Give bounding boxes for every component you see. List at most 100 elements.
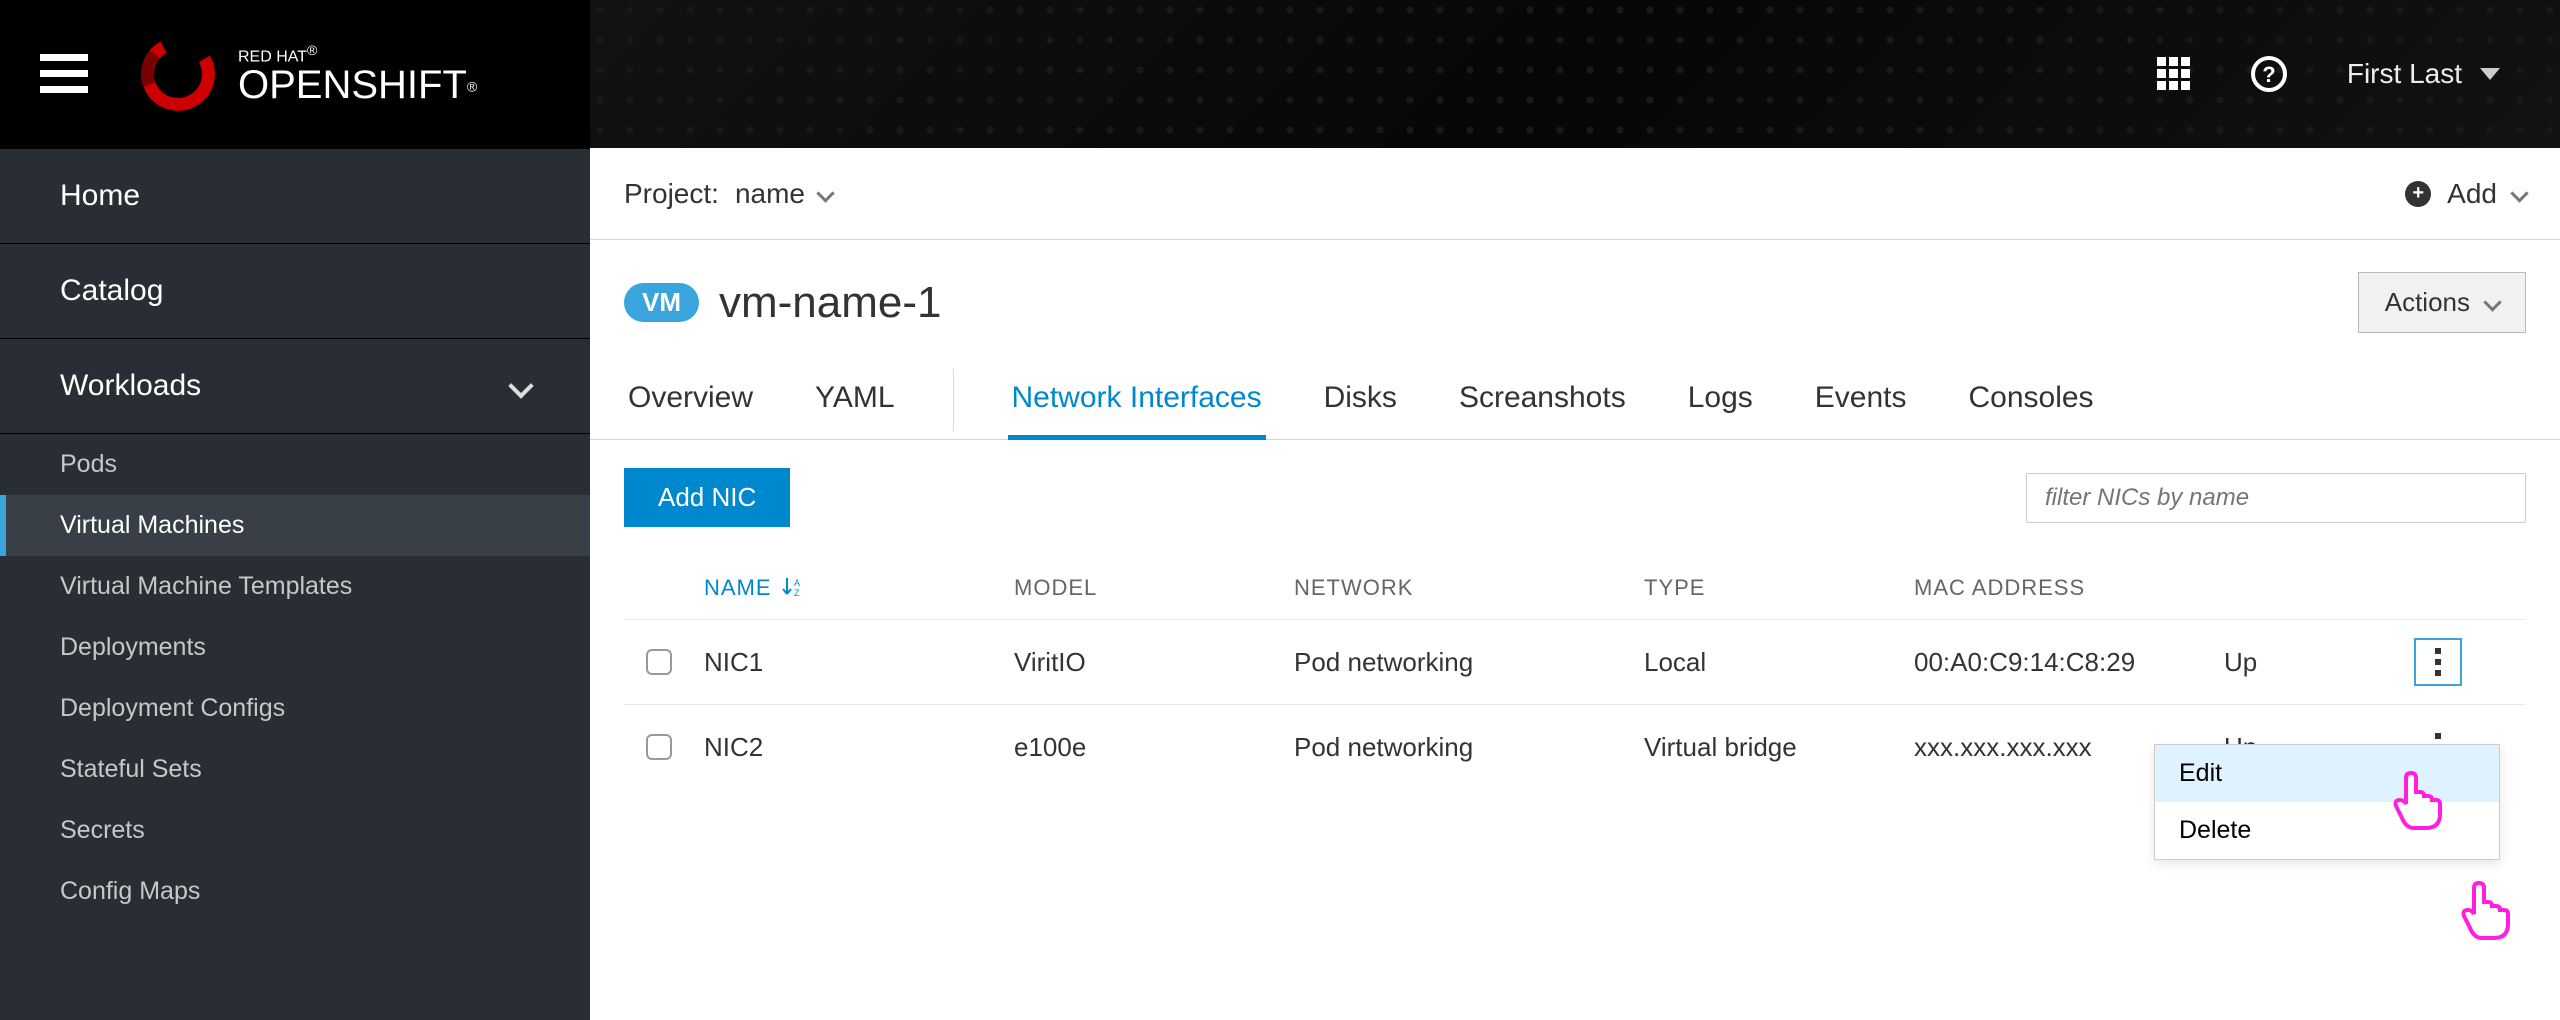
sidebar-item-home[interactable]: Home xyxy=(0,148,590,244)
tab-network-interfaces[interactable]: Network Interfaces xyxy=(1008,361,1266,439)
row-actions-menu: Edit Delete xyxy=(2154,744,2500,860)
tab-label: Logs xyxy=(1688,381,1753,414)
sidebar-item-label: Pods xyxy=(60,450,117,478)
sidebar-item-stateful-sets[interactable]: Stateful Sets xyxy=(0,739,590,800)
tab-label: Disks xyxy=(1324,381,1397,414)
sidebar-item-deployments[interactable]: Deployments xyxy=(0,617,590,678)
column-header-type[interactable]: TYPE xyxy=(1644,575,1904,601)
column-header-network[interactable]: NETWORK xyxy=(1294,575,1634,601)
user-name: First Last xyxy=(2347,58,2462,90)
tab-screenshots[interactable]: Screanshots xyxy=(1455,361,1630,439)
sidebar-item-label: Catalog xyxy=(60,274,163,307)
table-row: NIC1 ViritIO Pod networking Local 00:A0:… xyxy=(624,619,2526,704)
tab-divider xyxy=(953,369,954,431)
menu-item-label: Delete xyxy=(2179,816,2251,844)
add-nic-button[interactable]: Add NIC xyxy=(624,468,790,527)
row-checkbox[interactable] xyxy=(646,649,672,675)
tab-label: Consoles xyxy=(1968,381,2093,414)
help-icon[interactable]: ? xyxy=(2251,56,2287,92)
sidebar-item-label: Deployment Configs xyxy=(60,694,285,722)
tabs: Overview YAML Network Interfaces Disks S… xyxy=(590,361,2560,440)
filter-input[interactable] xyxy=(2026,473,2526,523)
cursor-hand-icon xyxy=(2454,878,2518,942)
tab-label: Screanshots xyxy=(1459,381,1626,414)
sidebar: Home Catalog Workloads Pods Virtual Mach… xyxy=(0,148,590,1020)
column-header-mac[interactable]: MAC ADDRESS xyxy=(1914,575,2214,601)
tab-label: Events xyxy=(1815,381,1907,414)
sidebar-group-workloads[interactable]: Workloads xyxy=(0,339,590,434)
actions-label: Actions xyxy=(2385,287,2470,318)
sidebar-item-vm-templates[interactable]: Virtual Machine Templates xyxy=(0,556,590,617)
menu-item-delete[interactable]: Delete xyxy=(2155,802,2499,859)
sidebar-item-label: Virtual Machine Templates xyxy=(60,572,352,600)
column-header-name[interactable]: NAME AZ xyxy=(704,575,1004,601)
row-kebab-button[interactable] xyxy=(2414,638,2462,686)
tab-logs[interactable]: Logs xyxy=(1684,361,1757,439)
sidebar-item-label: Secrets xyxy=(60,816,145,844)
brand-text: RED HAT® OPENSHIFT® xyxy=(238,43,477,105)
registered-mark: ® xyxy=(467,79,477,95)
tab-label: Network Interfaces xyxy=(1012,381,1262,414)
tab-label: Overview xyxy=(628,381,753,414)
cell-name: NIC1 xyxy=(704,647,1004,678)
hamburger-icon[interactable] xyxy=(40,54,88,94)
cell-network: Pod networking xyxy=(1294,647,1634,678)
menu-item-label: Edit xyxy=(2179,759,2222,787)
sidebar-item-virtual-machines[interactable]: Virtual Machines xyxy=(0,495,590,556)
add-button[interactable]: + Add xyxy=(2405,178,2526,210)
menu-item-edit[interactable]: Edit xyxy=(2155,745,2499,802)
plus-icon: + xyxy=(2405,181,2431,207)
row-checkbox[interactable] xyxy=(646,734,672,760)
sidebar-item-catalog[interactable]: Catalog xyxy=(0,244,590,339)
sidebar-item-label: Home xyxy=(60,179,140,212)
sidebar-item-label: Workloads xyxy=(60,369,201,403)
cell-mac: 00:A0:C9:14:C8:29 xyxy=(1914,647,2214,678)
tab-yaml[interactable]: YAML xyxy=(811,361,898,439)
tab-consoles[interactable]: Consoles xyxy=(1964,361,2097,439)
sidebar-item-config-maps[interactable]: Config Maps xyxy=(0,861,590,922)
masthead: RED HAT® OPENSHIFT® ? First Last xyxy=(0,0,2560,148)
masthead-right: ? First Last xyxy=(2157,56,2500,92)
sort-icon: AZ xyxy=(782,576,802,600)
tab-events[interactable]: Events xyxy=(1811,361,1911,439)
registered-mark: ® xyxy=(307,42,317,58)
cell-status: Up xyxy=(2224,647,2404,678)
column-header-model[interactable]: MODEL xyxy=(1014,575,1284,601)
table-header: NAME AZ MODEL NETWORK TYPE MAC ADDRESS xyxy=(624,557,2526,619)
chevron-down-icon[interactable] xyxy=(816,184,834,202)
sidebar-item-label: Stateful Sets xyxy=(60,755,202,783)
project-bar: Project: name + Add xyxy=(590,148,2560,240)
sidebar-item-label: Config Maps xyxy=(60,877,200,905)
page-title-row: VM vm-name-1 Actions xyxy=(590,240,2560,361)
main-content: Project: name + Add VM vm-name-1 Actions… xyxy=(590,148,2560,1020)
page-title: vm-name-1 xyxy=(719,278,942,328)
project-name[interactable]: name xyxy=(735,178,805,210)
cell-model: e100e xyxy=(1014,732,1284,763)
sidebar-item-label: Virtual Machines xyxy=(60,511,244,539)
svg-text:Z: Z xyxy=(794,588,801,598)
cell-model: ViritIO xyxy=(1014,647,1284,678)
add-label: Add xyxy=(2447,178,2497,210)
chevron-down-icon xyxy=(508,373,533,398)
chevron-down-icon xyxy=(2483,293,2501,311)
caret-down-icon xyxy=(2480,68,2500,80)
tab-disks[interactable]: Disks xyxy=(1320,361,1401,439)
sidebar-item-label: Deployments xyxy=(60,633,206,661)
cell-type: Virtual bridge xyxy=(1644,732,1904,763)
project-label: Project: xyxy=(624,178,719,210)
column-label: NAME xyxy=(704,575,772,601)
sidebar-item-deployment-configs[interactable]: Deployment Configs xyxy=(0,678,590,739)
toolbar: Add NIC xyxy=(590,440,2560,537)
cell-name: NIC2 xyxy=(704,732,1004,763)
sidebar-item-pods[interactable]: Pods xyxy=(0,434,590,495)
actions-button[interactable]: Actions xyxy=(2358,272,2526,333)
apps-grid-icon[interactable] xyxy=(2157,57,2191,91)
tab-label: YAML xyxy=(815,381,894,414)
brand: RED HAT® OPENSHIFT® xyxy=(138,34,477,114)
user-dropdown[interactable]: First Last xyxy=(2347,58,2500,90)
vm-badge: VM xyxy=(624,283,699,322)
brand-line2: OPENSHIFT xyxy=(238,63,467,107)
tab-overview[interactable]: Overview xyxy=(624,361,757,439)
sidebar-item-secrets[interactable]: Secrets xyxy=(0,800,590,861)
cell-network: Pod networking xyxy=(1294,732,1634,763)
